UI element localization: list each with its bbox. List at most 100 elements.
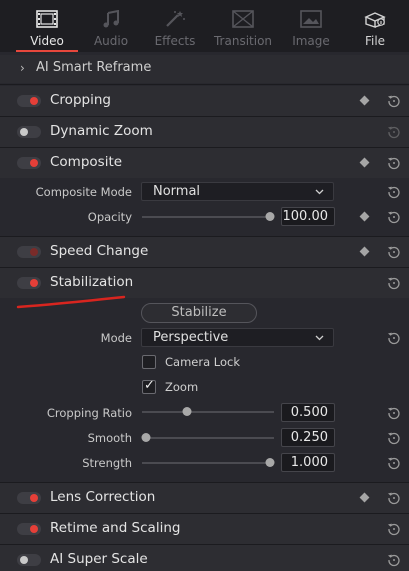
keyframe-diamond-icon[interactable] <box>359 211 370 222</box>
camera-lock-label: Camera Lock <box>165 355 241 369</box>
section-title: Stabilization <box>50 274 134 290</box>
slider-thumb[interactable] <box>182 407 192 416</box>
cropping-toggle[interactable] <box>17 95 41 107</box>
dropdown-value: Normal <box>153 184 201 199</box>
keyframe-diamond-icon[interactable] <box>359 492 370 503</box>
reset-icon[interactable] <box>387 456 401 470</box>
toggle-knob <box>30 248 38 256</box>
keyframe-diamond-icon[interactable] <box>359 95 370 106</box>
slider-thumb[interactable] <box>141 433 151 442</box>
opacity-value-field[interactable]: 100.00 <box>281 207 335 226</box>
chevron-right-icon: › <box>20 61 25 75</box>
divider <box>0 84 409 85</box>
field-value: 0.250 <box>290 430 328 445</box>
tab-video[interactable]: Video <box>16 0 78 52</box>
toggle-knob <box>30 494 38 502</box>
section-title: Lens Correction <box>50 489 156 505</box>
mode-label: Mode <box>100 331 132 345</box>
reset-icon[interactable] <box>387 331 401 345</box>
reset-icon[interactable] <box>387 522 401 536</box>
smooth-slider[interactable] <box>141 433 274 443</box>
reset-icon[interactable] <box>387 245 401 259</box>
checkmark-icon: ✓ <box>144 378 155 393</box>
reset-icon[interactable] <box>387 276 401 290</box>
reset-icon[interactable] <box>387 210 401 224</box>
section-cropping[interactable]: Cropping <box>0 86 409 116</box>
field-value: 1.000 <box>290 455 328 470</box>
music-note-icon <box>103 10 119 28</box>
film-icon <box>36 10 58 28</box>
slider-track <box>142 216 274 218</box>
section-title: Retime and Scaling <box>50 520 181 536</box>
tab-label: Video <box>30 34 64 48</box>
tab-label: Audio <box>93 34 129 48</box>
smooth-value-field[interactable]: 0.250 <box>281 428 335 447</box>
section-composite[interactable]: Composite <box>0 148 409 178</box>
ai-super-scale-toggle[interactable] <box>17 554 41 566</box>
ai-smart-reframe-row[interactable]: › AI Smart Reframe <box>0 55 409 83</box>
tab-label: Image <box>292 34 330 48</box>
tab-file[interactable]: File <box>346 0 404 52</box>
reset-icon[interactable] <box>387 185 401 199</box>
section-title: Dynamic Zoom <box>50 123 153 139</box>
section-retime-and-scaling[interactable]: Retime and Scaling <box>0 514 409 544</box>
section-title: Speed Change <box>50 243 149 259</box>
keyframe-diamond-icon[interactable] <box>359 157 370 168</box>
section-title: Cropping <box>50 92 111 108</box>
toggle-knob <box>30 525 38 533</box>
tab-label: Effects <box>154 34 196 48</box>
field-value: 0.500 <box>290 405 328 420</box>
file-info-icon <box>364 12 386 28</box>
zoom-checkbox[interactable]: ✓ <box>142 378 156 394</box>
reset-icon[interactable] <box>387 553 401 567</box>
reset-icon[interactable] <box>387 406 401 420</box>
section-lens-correction[interactable]: Lens Correction <box>0 483 409 513</box>
cropping-ratio-slider[interactable] <box>142 407 274 417</box>
cropping-ratio-label: Cropping Ratio <box>46 406 132 420</box>
field-value: 100.00 <box>282 209 329 224</box>
composite-toggle[interactable] <box>17 157 41 169</box>
slider-thumb[interactable] <box>265 458 275 467</box>
section-speed-change[interactable]: Speed Change <box>0 237 409 267</box>
section-title: AI Super Scale <box>50 551 148 567</box>
retime-scaling-toggle[interactable] <box>17 523 41 535</box>
tab-image[interactable]: Image <box>281 0 341 52</box>
smooth-label: Smooth <box>87 431 132 445</box>
camera-lock-checkbox[interactable] <box>142 355 156 369</box>
reset-icon[interactable] <box>387 94 401 108</box>
tab-audio[interactable]: Audio <box>82 0 140 52</box>
reset-icon[interactable] <box>387 125 401 139</box>
ai-smart-reframe-label: AI Smart Reframe <box>36 60 152 75</box>
reset-icon[interactable] <box>387 431 401 445</box>
composite-mode-dropdown[interactable]: Normal <box>141 182 334 201</box>
chevron-down-icon <box>315 189 324 195</box>
slider-track <box>142 411 274 413</box>
image-icon <box>300 10 322 28</box>
tab-label: Transition <box>213 34 273 48</box>
toggle-knob <box>30 279 38 287</box>
keyframe-diamond-icon[interactable] <box>359 246 370 257</box>
strength-label: Strength <box>82 456 132 470</box>
reset-icon[interactable] <box>387 156 401 170</box>
dynamic-zoom-toggle[interactable] <box>17 126 41 138</box>
stabilize-button[interactable]: Stabilize <box>141 303 257 323</box>
strength-slider[interactable] <box>142 458 275 468</box>
slider-thumb[interactable] <box>265 212 275 221</box>
strength-value-field[interactable]: 1.000 <box>281 453 335 472</box>
tab-effects[interactable]: Effects <box>145 0 205 52</box>
zoom-label: Zoom <box>165 380 199 394</box>
reset-icon[interactable] <box>387 491 401 505</box>
section-ai-super-scale[interactable]: AI Super Scale <box>0 545 409 571</box>
stabilization-toggle[interactable] <box>17 277 41 289</box>
opacity-slider[interactable] <box>142 212 275 222</box>
slider-track <box>142 462 274 464</box>
tab-transition[interactable]: Transition <box>210 0 276 52</box>
lens-correction-toggle[interactable] <box>17 492 41 504</box>
speed-change-toggle[interactable] <box>17 246 41 258</box>
cropping-ratio-value-field[interactable]: 0.500 <box>281 403 335 422</box>
slider-track <box>142 437 274 439</box>
red-underline-annotation <box>16 295 126 309</box>
toggle-knob <box>30 159 38 167</box>
section-dynamic-zoom[interactable]: Dynamic Zoom <box>0 117 409 147</box>
stabilization-mode-dropdown[interactable]: Perspective <box>141 328 334 347</box>
